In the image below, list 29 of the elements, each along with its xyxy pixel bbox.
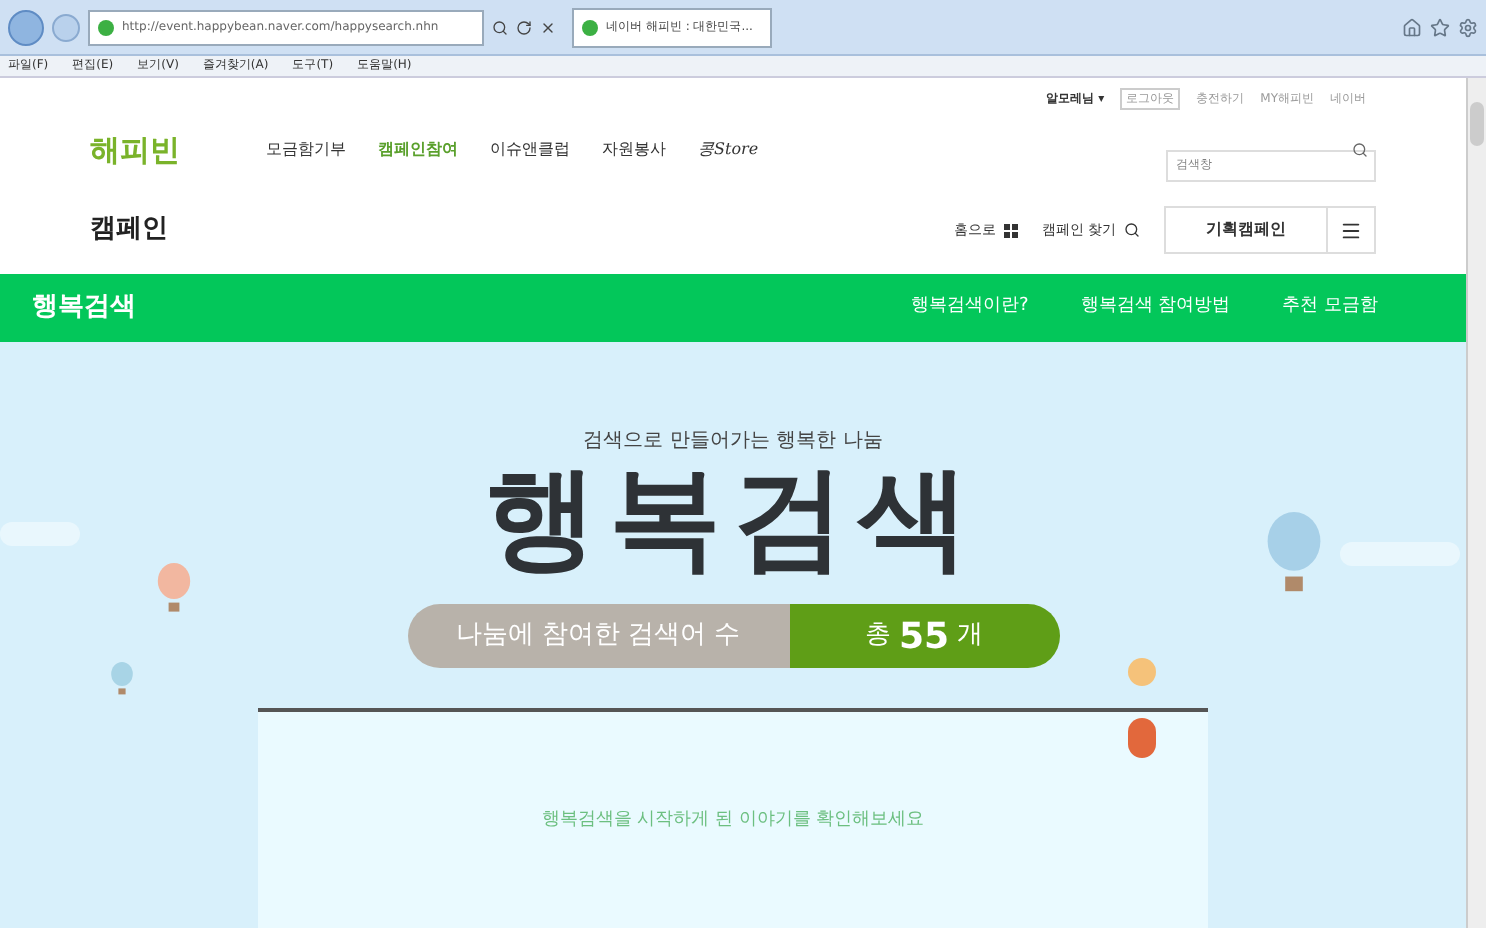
home-icon[interactable] [1402,17,1422,37]
search-icon[interactable] [492,19,508,35]
section-title: 캠페인 [90,212,168,249]
hero-title: 행복검색 [485,456,981,584]
nav-link[interactable]: 자원봉사 [602,138,666,162]
campaign-dropdown[interactable]: 기획캠페인 [1164,206,1376,254]
refresh-icon[interactable] [516,19,532,35]
scrollbar[interactable] [1466,78,1486,928]
counter-value: 총 55 개 [789,604,1059,668]
nav-link[interactable]: 이슈앤클럽 [490,138,570,162]
back-icon[interactable] [8,9,44,45]
hero-subtitle: 검색으로 만들어가는 행복한 나눔 [583,428,883,456]
site-icon [98,19,114,35]
close-icon[interactable] [540,19,556,35]
search-icon [1124,222,1140,238]
bar-title: 행복검색 [32,290,136,327]
nav-link[interactable]: 콩Store [698,138,759,162]
star-icon[interactable] [1430,17,1450,37]
counter-label: 나눔에 참여한 검색어 수 [407,604,789,668]
forward-icon[interactable] [52,13,80,41]
card-text: 행복검색을 시작하게 된 이야기를 확인해보세요 [541,808,925,834]
nav-link[interactable]: 모금함기부 [266,138,346,162]
site-icon [582,19,598,35]
balloon-icon [156,562,192,618]
grid-icon [1003,223,1018,237]
settings-icon[interactable] [1458,17,1478,37]
menu-icon[interactable] [1340,219,1362,241]
search-icon[interactable] [1352,142,1368,158]
balloon-icon [110,662,134,698]
